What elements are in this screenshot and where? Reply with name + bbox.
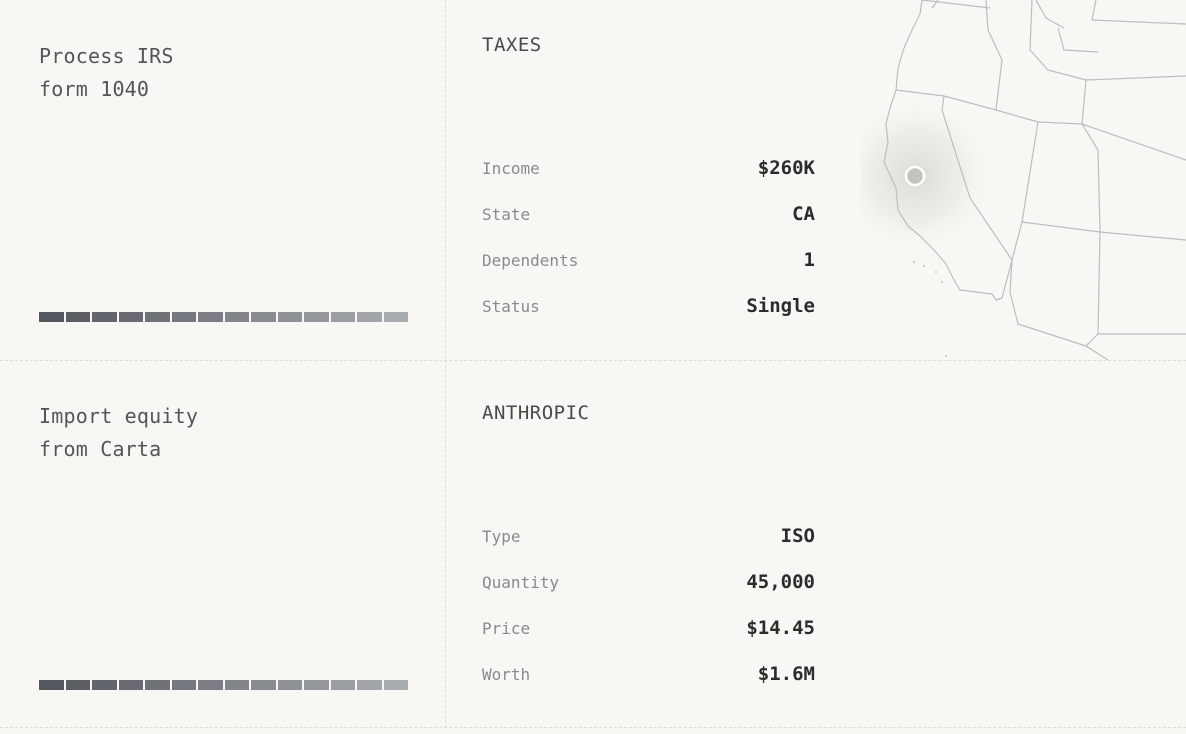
field-label: Income [482,158,540,178]
progress-segment [145,680,170,690]
task-row-anthropic[interactable]: Import equity from Carta ANTHROPIC Type … [0,360,1186,726]
field-label: Dependents [482,250,579,270]
progress-segment [65,312,90,322]
field-row-dependents: Dependents 1 [482,237,815,283]
field-value: $1.6M [757,663,815,685]
progress-segment [92,312,117,322]
field-row-status: Status Single [482,283,815,329]
section-title: TAXES [482,34,542,56]
progress-segment [65,680,90,690]
us-west-states-map-icon [838,0,1186,361]
progress-segment [383,312,408,322]
progress-segment [224,312,249,322]
progress-segment [224,680,249,690]
progress-segment [145,312,170,322]
progress-segment [251,312,276,322]
field-label: Status [482,296,540,316]
progress-segment [277,312,302,322]
progress-segment [198,312,223,322]
progress-segment [198,680,223,690]
field-row-income: Income $260K [482,145,815,191]
progress-segment [330,312,355,322]
progress-bar [39,312,408,322]
progress-segment [118,680,143,690]
progress-segment [383,680,408,690]
progress-segment [357,312,382,322]
progress-segment [277,680,302,690]
progress-segment [357,680,382,690]
progress-segment [251,680,276,690]
progress-segment [39,680,64,690]
field-row-quantity: Quantity 45,000 [482,559,815,605]
progress-segment [171,312,196,322]
field-label: Quantity [482,572,560,592]
section-title: ANTHROPIC [482,402,590,424]
field-value: $14.45 [746,617,815,639]
field-value: $260K [757,157,815,179]
field-row-worth: Worth $1.6M [482,651,815,697]
progress-segment [304,312,329,322]
progress-segment [39,312,64,322]
field-label: Type [482,526,521,546]
location-dot-icon [904,165,926,187]
field-value: Single [746,295,815,317]
field-row-type: Type ISO [482,513,815,559]
field-value: CA [792,203,815,225]
progress-segment [171,680,196,690]
progress-segment [330,680,355,690]
task-title: Process IRS form 1040 [39,44,174,101]
field-list: Income $260K State CA Dependents 1 Statu… [482,145,815,329]
field-row-state: State CA [482,191,815,237]
field-row-price: Price $14.45 [482,605,815,651]
progress-segment [304,680,329,690]
field-value: ISO [780,525,815,547]
progress-segment [92,680,117,690]
field-label: Worth [482,664,531,684]
bottom-border [0,727,1186,728]
field-label: Price [482,618,531,638]
field-list: Type ISO Quantity 45,000 Price $14.45 Wo… [482,513,815,697]
task-title: Import equity from Carta [39,404,199,461]
field-value: 1 [803,249,815,271]
field-label: State [482,204,531,224]
field-value: 45,000 [746,571,815,593]
progress-segment [118,312,143,322]
progress-bar [39,680,408,690]
